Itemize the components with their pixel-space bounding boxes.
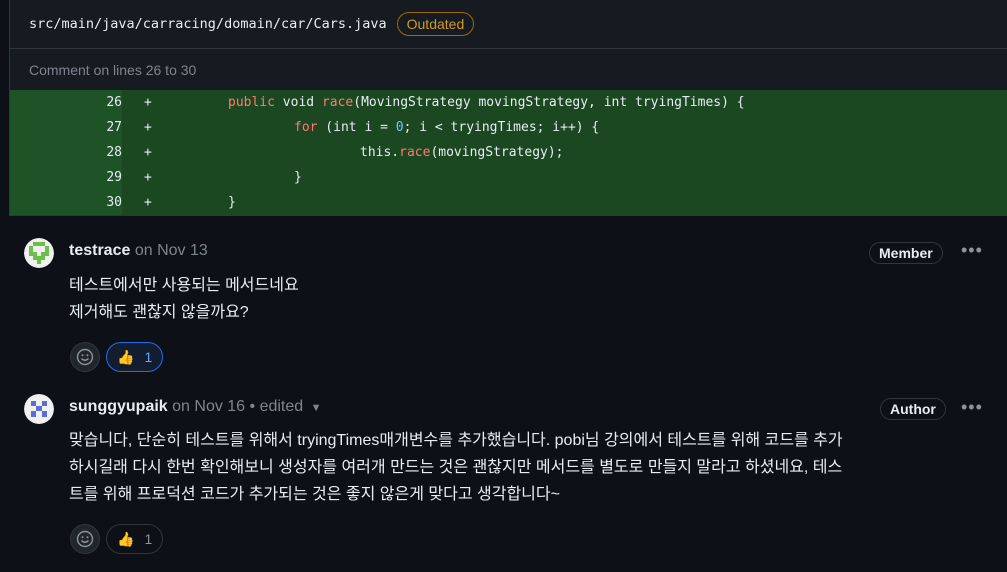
diff-sign: + [144,95,152,110]
comment-line: 테스트에서만 사용되는 메서드네요 [69,277,299,294]
comment-timestamp[interactable]: on Nov 13 [135,242,208,259]
comment-line: 제거해도 괜찮지 않을까요? [69,304,249,321]
code-text: } [228,195,236,210]
code-text: for (int i = 0; i < tryingTimes; i++) { [294,120,600,135]
code-text: } [294,170,302,185]
code-line: 26 + public void race(MovingStrategy mov… [10,90,1007,115]
line-number[interactable]: 29 [10,165,122,190]
thumbs-up-reaction[interactable]: 👍 1 [106,524,164,554]
code-line: 27 + for (int i = 0; i < tryingTimes; i+… [10,115,1007,140]
smiley-icon [76,348,94,366]
avatar[interactable] [24,394,54,424]
smiley-icon [76,530,94,548]
role-badge: Member [869,242,943,264]
code-line: 28 + this.race(movingStrategy); [10,140,1007,165]
comment-author: testrace on Nov 13 [69,242,208,260]
reaction-count: 1 [144,531,153,547]
comment-range-label: Comment on lines 26 to 30 [29,61,197,78]
line-number[interactable]: 28 [10,140,122,165]
code-line: 29 + } [10,165,1007,190]
code-text: this.race(movingStrategy); [360,145,564,160]
comment-timestamp[interactable]: on Nov 16 • edited [172,398,303,415]
comment-line: 맞습니다, 단순히 테스트를 위해서 tryingTimes매개변수를 추가했습… [69,432,843,449]
outdated-badge: Outdated [396,12,475,36]
comment-author: sunggyupaik on Nov 16 • edited ▼ [69,398,322,416]
author-link[interactable]: sunggyupaik [69,398,168,415]
diff-sign: + [144,195,152,210]
thumbs-up-icon: 👍 [117,530,135,547]
comment-range-bar: Comment on lines 26 to 30 [9,48,1007,90]
avatar[interactable] [24,238,54,268]
add-reaction-button[interactable] [70,342,100,372]
code-line: 30 + } [10,190,1007,215]
thumbs-up-icon: 👍 [117,348,135,365]
line-number[interactable]: 30 [10,190,122,215]
caret-down-icon[interactable]: ▼ [311,402,322,414]
thumbs-up-reaction[interactable]: 👍 1 [106,342,164,372]
code-snippet: 26 + public void race(MovingStrategy mov… [9,90,1007,216]
code-text: public void race(MovingStrategy movingSt… [228,95,745,110]
comment-line: 하시길래 다시 한번 확인해보니 생성자를 여러개 만드는 것은 괜찮지만 메서… [69,459,843,476]
more-options-icon[interactable]: ••• [961,240,983,261]
file-path-link[interactable]: src/main/java/carracing/domain/car/Cars.… [29,16,387,32]
line-number[interactable]: 26 [10,90,122,115]
file-header: src/main/java/carracing/domain/car/Cars.… [9,0,1007,48]
comment-line: 트를 위해 프로덕션 코드가 추가되는 것은 좋지 않은게 맞다고 생각합니다~ [69,486,560,503]
comment-body: 맞습니다, 단순히 테스트를 위해서 tryingTimes매개변수를 추가했습… [69,427,989,508]
line-number[interactable]: 27 [10,115,122,140]
add-reaction-button[interactable] [70,524,100,554]
diff-sign: + [144,120,152,135]
author-link[interactable]: testrace [69,242,130,259]
reaction-count: 1 [144,349,153,365]
diff-sign: + [144,170,152,185]
more-options-icon[interactable]: ••• [961,397,983,418]
comment-body: 테스트에서만 사용되는 메서드네요 제거해도 괜찮지 않을까요? [69,272,299,326]
role-badge: Author [880,398,946,420]
diff-sign: + [144,145,152,160]
